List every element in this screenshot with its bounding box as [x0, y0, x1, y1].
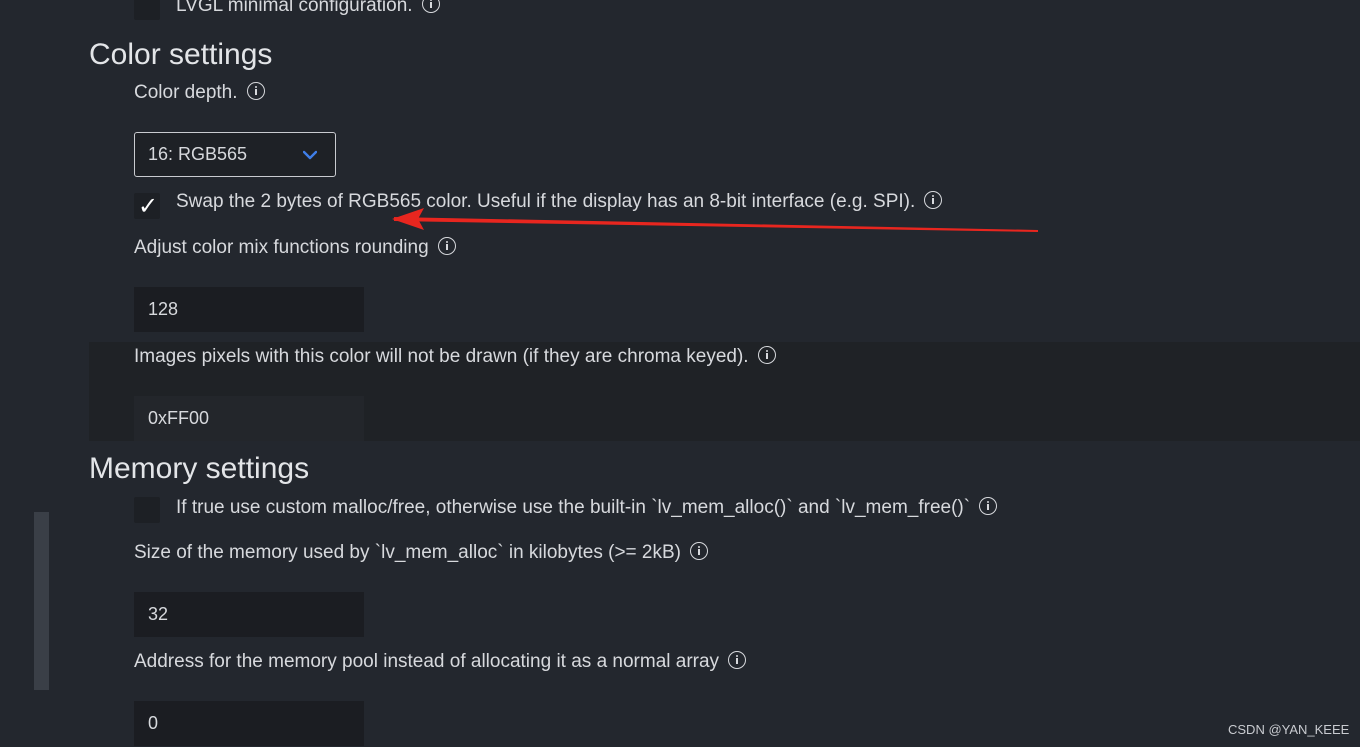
arrow-annotation: [392, 208, 1038, 232]
color-depth-value: 16: RGB565: [148, 144, 248, 164]
chroma-key-label-row: Images pixels with this color will not b…: [134, 345, 776, 369]
mem-size-label: Size of the memory used by `lv_mem_alloc…: [134, 542, 681, 563]
mem-address-row: Address for the memory pool instead of a…: [134, 650, 747, 674]
memory-settings-title: Memory settings: [89, 452, 310, 485]
custom-malloc-checkbox[interactable]: [134, 497, 160, 523]
info-icon[interactable]: [728, 651, 747, 670]
lvgl-minimal-checkbox[interactable]: [134, 0, 160, 20]
color-settings-title: Color settings: [89, 38, 273, 71]
chroma-key-value: 0xFF00: [148, 408, 210, 428]
custom-malloc-row: If true use custom malloc/free, otherwis…: [176, 496, 998, 520]
chevron-down-icon: [303, 150, 317, 160]
mix-rounding-value: 128: [148, 299, 179, 319]
mem-size-value: 32: [148, 604, 169, 624]
chroma-key-label: Images pixels with this color will not b…: [134, 346, 749, 367]
mem-address-label: Address for the memory pool instead of a…: [134, 651, 720, 672]
mix-rounding-row: Adjust color mix functions rounding: [134, 236, 456, 260]
info-icon[interactable]: [979, 497, 998, 516]
info-icon[interactable]: [421, 0, 440, 14]
custom-malloc-label: If true use custom malloc/free, otherwis…: [176, 497, 971, 518]
swap-bytes-checkbox[interactable]: ✓: [134, 192, 160, 220]
checkmark-icon: ✓: [138, 192, 159, 220]
mem-address-input[interactable]: 0: [134, 701, 364, 746]
settings-page: LVGL minimal configuration. Color settin…: [0, 0, 1360, 747]
info-icon[interactable]: [246, 82, 265, 101]
info-icon[interactable]: [690, 542, 708, 561]
lvgl-minimal-label: LVGL minimal configuration.: [176, 0, 413, 16]
mix-rounding-input[interactable]: 128: [134, 287, 364, 332]
chroma-key-input[interactable]: 0xFF00: [134, 396, 364, 441]
color-depth-label: Color depth.: [134, 82, 238, 103]
mem-size-input[interactable]: 32: [134, 592, 364, 637]
lvgl-minimal-row: LVGL minimal configuration.: [176, 0, 440, 18]
color-depth-row: Color depth.: [134, 81, 265, 105]
mem-address-value: 0: [148, 713, 159, 733]
mem-size-row: Size of the memory used by `lv_mem_alloc…: [134, 541, 708, 565]
info-icon[interactable]: [757, 346, 776, 365]
scrollbar-thumb[interactable]: [34, 512, 49, 690]
info-icon[interactable]: [437, 237, 456, 256]
color-depth-select[interactable]: 16: RGB565: [134, 132, 336, 177]
watermark: CSDN @YAN_KEEE: [1228, 722, 1350, 737]
mix-rounding-label: Adjust color mix functions rounding: [134, 237, 429, 258]
